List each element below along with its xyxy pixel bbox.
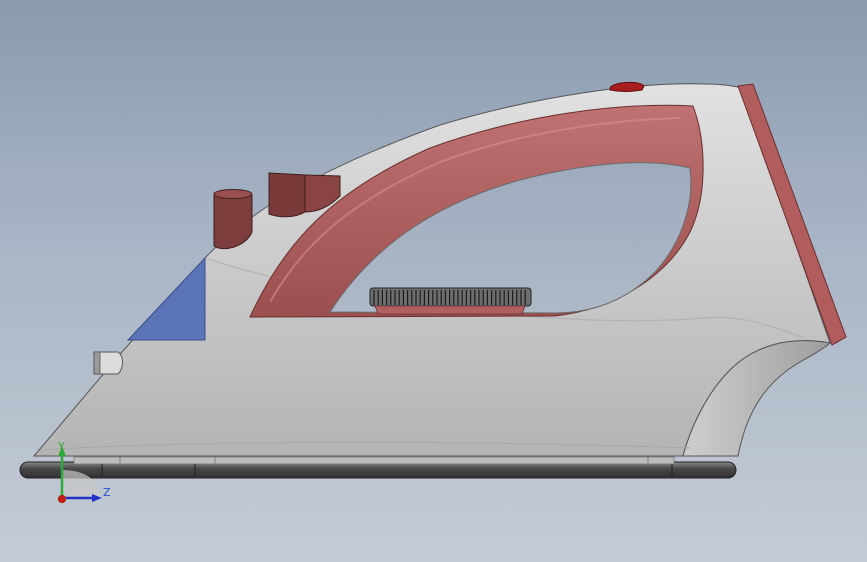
- axis-z-label: Z: [103, 486, 111, 499]
- power-indicator-button[interactable]: [609, 81, 645, 92]
- spray-nozzle[interactable]: [93, 351, 123, 375]
- spray-button[interactable]: [213, 189, 253, 250]
- iron-3d-model[interactable]: [0, 0, 867, 562]
- axis-y-label: Y: [58, 440, 65, 453]
- soleplate: [19, 456, 737, 479]
- temperature-dial[interactable]: [369, 287, 532, 315]
- water-tank-window: [126, 256, 206, 341]
- graphics-viewport[interactable]: Y Z: [0, 0, 867, 562]
